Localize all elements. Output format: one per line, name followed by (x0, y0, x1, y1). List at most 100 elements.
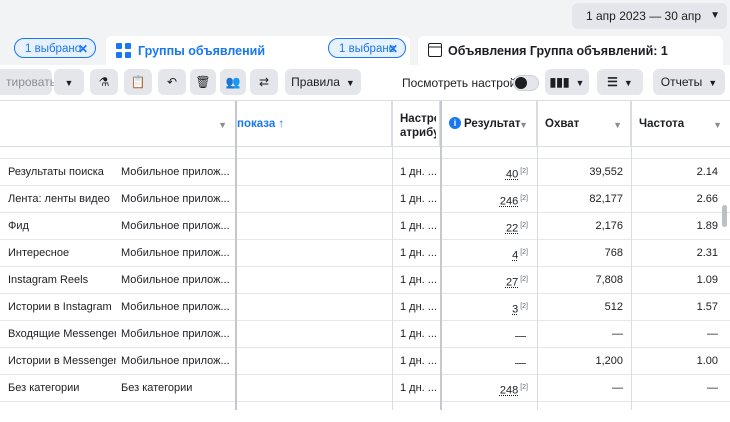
frequency-cell: 2.66 (696, 193, 718, 205)
duplicate-button[interactable]: 📋 (124, 69, 152, 95)
close-icon[interactable]: ✕ (78, 39, 88, 59)
result-cell[interactable]: — (442, 321, 528, 348)
table-row[interactable]: Результаты поиска Мобильное прилож... 1 дн… (0, 159, 730, 186)
result-value[interactable]: — (515, 358, 526, 370)
col-header-attribution[interactable]: Настро атрибу (392, 101, 440, 147)
result-cell[interactable]: 246 [2] (442, 186, 528, 213)
column-divider (235, 101, 237, 410)
result-value[interactable]: 4 (512, 250, 518, 262)
table-row[interactable]: Интересное Мобильное прилож... 1 дн. ... 4[… (0, 240, 730, 267)
info-icon[interactable]: i (449, 117, 461, 129)
chevron-down-icon: ▼ (613, 120, 622, 130)
edit-dropdown-button[interactable]: ▼ (54, 69, 84, 95)
date-range-picker[interactable]: 1 апр 2023 — 30 апр 2023 ▼ (572, 3, 727, 49)
columns-dropdown[interactable]: ▮▮▮ ▼ (545, 69, 589, 95)
attribution-cell: 1 дн. ... (400, 274, 437, 286)
export-button[interactable]: ⇄ (250, 69, 278, 95)
result-cell[interactable]: 3 [2] (442, 294, 528, 321)
col-header-placement[interactable]: ▼ (0, 101, 235, 147)
view-settings-toggle[interactable] (513, 75, 539, 91)
people-icon: 👥 (225, 75, 241, 89)
tab-adsets-label: Группы объявлений (138, 44, 266, 58)
ad-page-icon (428, 43, 442, 57)
table-row[interactable]: Входящие Messenger Мобильное прилож... 1 д… (0, 321, 730, 348)
attribution-cell: 1 дн. ... (400, 247, 437, 259)
attribution-cell: 1 дн. ... (400, 220, 437, 232)
result-cell[interactable]: 40 [2] (442, 159, 528, 186)
result-cell[interactable]: 248 [2] (442, 375, 528, 402)
edit-button-label: тировать (6, 75, 56, 89)
result-footnote: [2] (520, 303, 528, 310)
col-header-result[interactable]: i Результат ▼ (440, 101, 537, 147)
rules-dropdown[interactable]: Правила ▼ (285, 69, 361, 95)
vertical-scrollbar[interactable] (722, 205, 727, 227)
platform-cell: Мобильное прилож... (121, 274, 230, 286)
result-value[interactable]: 248 (500, 385, 518, 397)
reach-cell: 82,177 (589, 193, 623, 205)
breakdown-dropdown[interactable]: ☰ ▼ (597, 69, 643, 95)
rules-label: Правила (291, 75, 340, 89)
col-header-reach[interactable]: Охват ▼ (537, 101, 631, 147)
table-row[interactable]: Без категории Без категории 1 дн. ... 248 [2… (0, 375, 730, 402)
result-value[interactable]: 27 (506, 277, 518, 289)
undo-button[interactable]: ↶ (158, 69, 186, 95)
tab-ads[interactable]: Объявления Группа объявлений: 1 (418, 36, 723, 65)
attribution-cell: 1 дн. ... (400, 193, 437, 205)
frequency-cell: 1.57 (696, 301, 718, 313)
adsets-selection-pill[interactable]: 1 выбрано ✕ (328, 38, 406, 58)
frequency-column-label: Частота (639, 118, 685, 130)
column-divider (392, 101, 393, 410)
placement-cell: Фид (8, 220, 29, 232)
placement-cell: Истории в Messenger (8, 355, 116, 367)
result-cell[interactable]: 22 [2] (442, 213, 528, 240)
breakdown-icon: ☰ (607, 75, 618, 89)
delete-button[interactable]: 🗑 (190, 69, 216, 95)
placement-cell: Результаты поиска (8, 166, 104, 178)
reports-dropdown[interactable]: Отчеты ▼ (653, 69, 725, 95)
table-row[interactable]: Истории в Messenger Мобильное прилож... 1 … (0, 348, 730, 375)
frequency-cell: 1.09 (696, 274, 718, 286)
attribution-cell: 1 дн. ... (400, 301, 437, 313)
tab-adsets[interactable]: Группы объявлений 1 выбрано ✕ (106, 36, 410, 65)
result-value[interactable]: 3 (512, 304, 518, 316)
columns-icon: ▮▮▮ (549, 75, 570, 89)
adsets-selection-count: 1 выбрано (339, 43, 396, 55)
result-value[interactable]: 22 (506, 223, 518, 235)
col-header-frequency[interactable]: Частота ▼ (631, 101, 730, 147)
reach-cell: 1,200 (595, 355, 623, 367)
result-footnote: [2] (520, 168, 528, 175)
chevron-down-icon: ▼ (708, 78, 718, 88)
frequency-cell: — (707, 328, 718, 340)
placement-cell: Входящие Messenger (8, 328, 116, 340)
table-row[interactable]: Instagram Reels Мобильное прилож... 1 дн. … (0, 267, 730, 294)
close-icon[interactable]: ✕ (388, 39, 398, 59)
chevron-down-icon: ▼ (218, 120, 227, 130)
result-cell[interactable]: — (442, 348, 528, 375)
table-row[interactable]: Истории в Instagram Мобильное прилож... 1 … (0, 294, 730, 321)
partial-row (0, 147, 730, 159)
placement-cell: Интересное (8, 247, 70, 259)
result-footnote: [2] (520, 384, 528, 391)
audience-button[interactable]: 👥 (220, 69, 246, 95)
result-value[interactable]: 40 (506, 169, 518, 181)
test-button[interactable]: ⚗ (90, 69, 118, 95)
chevron-down-icon: ▼ (710, 10, 720, 21)
result-value[interactable]: — (515, 331, 526, 343)
platform-cell: Мобильное прилож... (121, 220, 230, 232)
attribution-cell: 1 дн. ... (400, 355, 437, 367)
campaigns-selection-pill[interactable]: 1 выбрано ✕ (14, 38, 96, 58)
frequency-cell: 2.14 (696, 166, 718, 178)
undo-icon: ↶ (166, 75, 178, 89)
result-value[interactable]: 246 (500, 196, 518, 208)
result-column-label: Результат (464, 118, 521, 130)
table-row[interactable]: Лента: ленты видео Мобильное прилож... 1 д… (0, 186, 730, 213)
result-footnote: [2] (520, 195, 528, 202)
result-cell[interactable]: 27 [2] (442, 267, 528, 294)
table-row[interactable]: Фид Мобильное прилож... 1 дн. ... 22 [2] 2,17… (0, 213, 730, 240)
edit-button[interactable]: тировать (0, 69, 56, 95)
reach-cell: 768 (604, 247, 623, 259)
view-settings-label: Посмотреть настройки (402, 76, 529, 90)
column-divider (440, 101, 442, 410)
col-header-impressions[interactable]: показа ↑ (235, 101, 392, 147)
result-cell[interactable]: 4 [2] (442, 240, 528, 267)
